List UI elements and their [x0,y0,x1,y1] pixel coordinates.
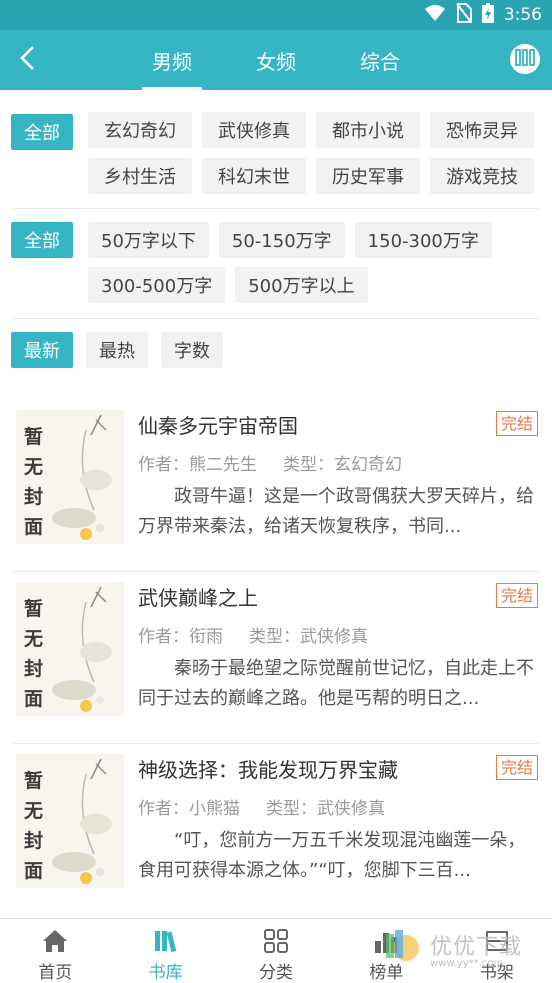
tab-male[interactable]: 男频 [120,30,224,90]
book-meta: 作者：小熊猫 类型：武侠修真 [138,794,385,819]
book-type: 武侠修真 [300,627,368,647]
watermark-url: www.yy**.com [430,958,504,969]
sort-filter: 最新 最热 字数 [0,320,552,380]
status-badge: 完结 [495,755,538,780]
length-chip[interactable]: 50-150万字 [218,222,345,258]
nav-home[interactable]: 首页 [0,919,110,983]
divider [14,208,538,209]
book-cover: 暂无封面 [16,754,124,888]
tab-general[interactable]: 综合 [328,30,432,90]
book-cover: 暂无封面 [16,582,124,716]
status-badge: 完结 [495,583,538,608]
book-meta: 作者：衔雨 类型：武侠修真 [138,622,368,647]
genre-chip[interactable]: 都市小说 [316,112,420,148]
sort-newest-chip[interactable]: 最新 [11,332,73,368]
sort-wordcount-chip[interactable]: 字数 [161,332,223,368]
author-label: 作者： [138,627,189,647]
book-item[interactable]: 暂无封面 仙秦多元宇宙帝国 完结 作者：熊二先生 类型：玄幻奇幻 政哥牛逼！这是一… [0,400,552,572]
books-icon [515,48,535,70]
genre-chip[interactable]: 恐怖灵异 [430,112,534,148]
nav-label: 分类 [259,963,294,983]
book-type: 玄幻奇幻 [334,455,402,475]
book-title: 武侠巅峰之上 [138,586,258,610]
book-item[interactable]: 暂无封面 神级选择：我能发现万界宝藏 完结 作者：小熊猫 类型：武侠修真 “叮，您… [0,744,552,916]
book-title: 神级选择：我能发现万界宝藏 [138,758,398,782]
cover-placeholder-text: 暂无封面 [24,770,44,882]
length-filter: 全部 50万字以下 50-150万字 150-300万字 300-500万字 5… [0,210,552,320]
type-label: 类型： [266,799,317,819]
nav-library[interactable]: 书库 [110,919,220,983]
genre-chip[interactable]: 武侠修真 [202,112,306,148]
genre-chip[interactable]: 乡村生活 [88,158,192,194]
length-chip[interactable]: 300-500万字 [88,267,226,303]
nav-category[interactable]: 分类 [221,919,331,983]
back-arrow-icon [18,45,38,75]
book-title: 仙秦多元宇宙帝国 [138,414,298,438]
bookshelf-button[interactable] [510,44,540,74]
book-item[interactable]: 暂无封面 武侠巅峰之上 完结 作者：衔雨 类型：武侠修真 秦旸于最绝望之际觉醒前世… [0,572,552,744]
book-cover: 暂无封面 [16,410,124,544]
watermark-logo-icon [386,930,419,961]
book-description: 秦旸于最绝望之际觉醒前世记忆，自此走上不同于过去的巅峰之路。他是丐帮的明日之..… [138,658,534,709]
tab-female[interactable]: 女频 [224,30,328,90]
book-description: 政哥牛逼！这是一个政哥偶获大罗天碎片，给万界带来秦法，给诸天恢复秩序，书同... [138,486,534,537]
genre-chip[interactable]: 游戏竞技 [430,158,534,194]
book-author: 小熊猫 [189,799,240,819]
type-label: 类型： [249,627,300,647]
book-description: “叮，您前方一万五千米发现混沌幽莲一朵，食用可获得本源之体。”“叮，您脚下三百.… [138,830,526,881]
watermark-text: 优优下载 [430,935,523,960]
length-chip[interactable]: 50万字以下 [88,222,209,258]
category-icon [262,927,290,954]
author-label: 作者： [138,799,189,819]
book-meta: 作者：熊二先生 类型：玄幻奇幻 [138,450,402,475]
battery-charging-icon [481,3,494,27]
nav-label: 书库 [148,963,183,983]
no-sim-icon [456,3,472,27]
author-label: 作者： [138,455,189,475]
channel-tabs: 男频 女频 综合 [120,30,432,90]
library-icon [152,927,180,954]
nav-label: 首页 [38,963,73,983]
genre-all-chip[interactable]: 全部 [11,114,73,150]
type-label: 类型： [283,455,334,475]
divider [14,318,538,319]
genre-chip[interactable]: 玄幻奇幻 [88,112,192,148]
length-all-chip[interactable]: 全部 [11,222,73,258]
length-chip[interactable]: 150-300万字 [354,222,492,258]
cover-placeholder-text: 暂无封面 [24,426,44,538]
book-author: 衔雨 [189,627,223,647]
genre-chip[interactable]: 历史军事 [316,158,420,194]
length-chip[interactable]: 500万字以上 [235,267,368,303]
back-button[interactable] [10,42,46,78]
book-type: 武侠修真 [317,799,385,819]
sort-hottest-chip[interactable]: 最热 [86,332,148,368]
genre-chip[interactable]: 科幻末世 [202,158,306,194]
status-icons: 3:56 [424,3,542,27]
status-time: 3:56 [503,5,542,25]
home-icon [41,927,69,954]
status-bar: 3:56 [0,0,552,30]
book-author: 熊二先生 [189,455,257,475]
wifi-icon [424,4,446,26]
cover-placeholder-text: 暂无封面 [24,598,44,710]
app-bar: 男频 女频 综合 [0,30,552,90]
genre-filter: 全部 玄幻奇幻 武侠修真 都市小说 恐怖灵异 乡村生活 科幻末世 历史军事 游戏… [0,90,552,210]
status-badge: 完结 [495,411,538,436]
